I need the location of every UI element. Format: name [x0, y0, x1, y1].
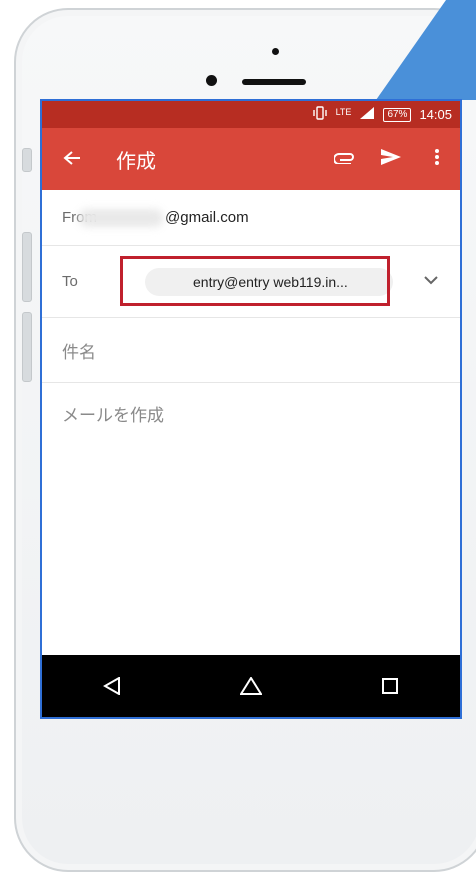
subject-placeholder: 件名 — [62, 342, 96, 362]
subject-field[interactable]: 件名 — [42, 318, 460, 383]
battery-indicator: 67% — [383, 107, 412, 122]
page-title: 作成 — [116, 150, 156, 173]
paperclip-icon[interactable] — [322, 150, 368, 169]
vibrate-icon — [312, 106, 328, 123]
square-recents-icon[interactable] — [370, 666, 410, 706]
arrow-left-icon[interactable] — [42, 146, 102, 172]
clock: 14:05 — [419, 107, 452, 122]
network-type: LTE — [335, 106, 352, 117]
volume-up-button — [22, 232, 32, 302]
earpiece-speaker — [242, 79, 306, 85]
nav-bar — [42, 655, 460, 717]
mute-switch — [22, 148, 32, 172]
from-row: From @gmail.com — [42, 190, 460, 246]
volume-down-button — [22, 312, 32, 382]
front-camera — [206, 75, 217, 86]
to-row: To entry@entry web119.in... — [42, 246, 460, 318]
home-icon[interactable] — [231, 666, 271, 706]
from-email[interactable]: @gmail.com — [79, 209, 249, 227]
proximity-sensor — [272, 48, 279, 55]
highlight-box — [120, 256, 390, 306]
body-field[interactable]: メールを作成 — [42, 383, 460, 443]
status-bar: LTE 67% 14:05 — [42, 101, 460, 128]
phone-screen: LTE 67% 14:05 作成 From @gmail.com To — [40, 99, 462, 719]
send-icon[interactable] — [368, 148, 414, 171]
body-placeholder: メールを作成 — [62, 405, 164, 425]
signal-icon — [359, 106, 375, 123]
more-vert-icon[interactable] — [414, 148, 460, 171]
blurred-username — [79, 209, 163, 227]
triangle-back-icon[interactable] — [92, 666, 132, 706]
chevron-down-icon[interactable] — [424, 272, 438, 290]
callout-arrow — [376, 0, 476, 100]
app-bar: 作成 — [42, 128, 460, 190]
